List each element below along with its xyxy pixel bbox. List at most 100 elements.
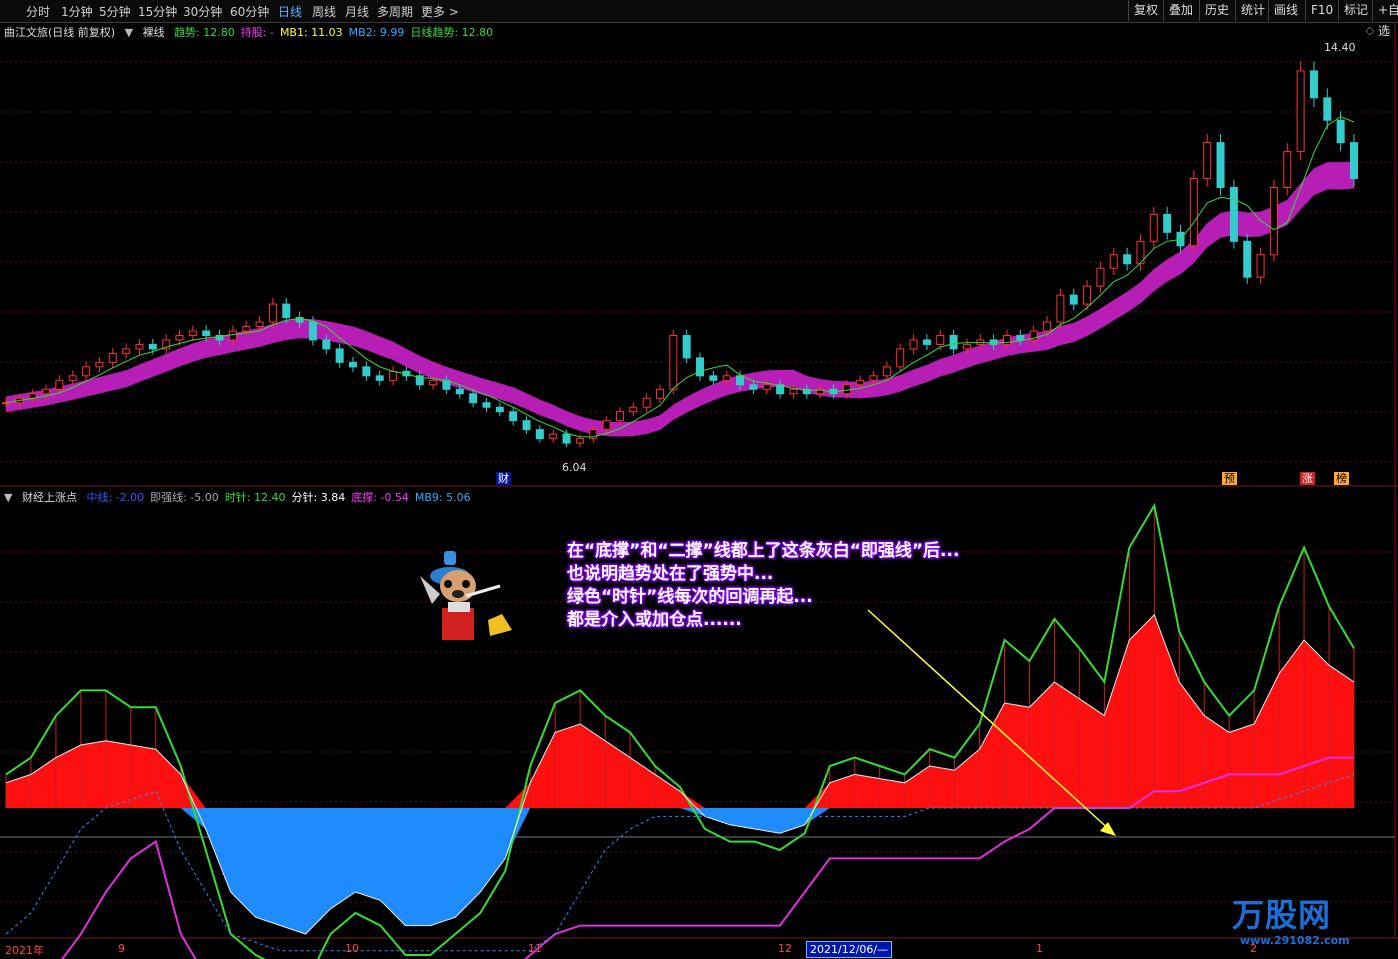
- chart-canvas: [0, 22, 1398, 959]
- watermark-url: www.291082.com: [1240, 934, 1350, 947]
- annotation-line-1: 在“底撑”和“二撑”线都上了这条灰白“即强线”后...: [567, 541, 960, 561]
- candle-body: [362, 366, 371, 377]
- candle-body: [509, 411, 518, 422]
- candle-body: [108, 352, 117, 363]
- candle-body: [669, 334, 678, 390]
- annotation-line-2: 也说明趋势处在了强势中...: [567, 564, 774, 584]
- negative-area: [6, 808, 1354, 934]
- candle-body: [869, 375, 878, 381]
- candle-body: [1296, 70, 1305, 153]
- candle-body: [42, 388, 51, 395]
- crosshair-date-box: 2021/12/06/—: [806, 941, 893, 958]
- candle-body: [1350, 142, 1358, 180]
- candle-body: [535, 429, 544, 440]
- candle-body: [148, 343, 157, 350]
- candle-body: [1163, 213, 1172, 233]
- candle-body: [936, 334, 945, 345]
- candle-body: [1323, 97, 1332, 121]
- candle-body: [82, 366, 91, 377]
- x-axis-label: 11: [528, 942, 542, 955]
- x-axis-label: 10: [345, 942, 359, 955]
- candle-body: [282, 303, 291, 319]
- candle-body: [1203, 142, 1212, 180]
- x-axis-label: 9: [118, 942, 125, 955]
- candle-body: [95, 361, 104, 368]
- candle-body: [228, 330, 237, 341]
- candle-body: [575, 438, 584, 444]
- candle-body: [1083, 285, 1092, 305]
- candle-body: [749, 384, 758, 390]
- candle-body: [842, 384, 851, 395]
- candle-body: [1336, 119, 1345, 144]
- candle-body: [789, 388, 798, 395]
- candle-body: [922, 339, 931, 345]
- candle-body: [1096, 267, 1105, 287]
- candle-body: [495, 406, 504, 413]
- event-marker-bang[interactable]: 榜: [1334, 472, 1349, 485]
- candle-body: [696, 357, 705, 377]
- candle-body: [322, 339, 331, 350]
- candle-body: [522, 420, 531, 431]
- watermark-brand: 万股网: [1232, 896, 1332, 934]
- annotation-text: 在“底撑”和“二撑”线都上了这条灰白“即强线”后... 也说明趋势处在了强势中.…: [567, 540, 959, 632]
- event-marker-cai[interactable]: 财: [496, 472, 511, 485]
- candle-body: [349, 361, 358, 368]
- candle-body: [482, 402, 491, 408]
- candle-body: [762, 384, 771, 390]
- low-price-label: 6.04: [562, 461, 587, 474]
- candle-body: [429, 379, 438, 386]
- candle-body: [1069, 294, 1078, 305]
- candle-body: [709, 375, 718, 381]
- candle-body: [202, 330, 211, 336]
- candle-body: [1109, 254, 1118, 269]
- candle-body: [1043, 321, 1052, 332]
- candle-body: [1123, 254, 1132, 265]
- high-price-label: 14.40: [1324, 41, 1356, 54]
- candle-body: [1056, 294, 1065, 323]
- candle-body: [655, 388, 664, 399]
- candle-body: [1283, 151, 1292, 188]
- candle-body: [962, 343, 971, 350]
- candle-body: [135, 343, 144, 350]
- candle-body: [1149, 213, 1158, 242]
- candle-body: [1243, 240, 1252, 278]
- event-marker-zhang[interactable]: 涨: [1300, 472, 1315, 485]
- candle-body: [455, 388, 464, 395]
- candle-body: [1229, 186, 1238, 242]
- candle-body: [629, 406, 638, 413]
- candle-body: [949, 334, 958, 350]
- candle-body: [615, 411, 624, 422]
- candle-body: [642, 397, 651, 408]
- candle-body: [1189, 178, 1198, 247]
- x-axis-label: 12: [778, 942, 792, 955]
- x-axis-label: 2021年: [5, 944, 44, 957]
- x-axis-label: 1: [1036, 942, 1043, 955]
- candle-body: [722, 375, 731, 381]
- event-marker-yu[interactable]: 预: [1222, 472, 1237, 485]
- candle-body: [188, 330, 197, 336]
- candle-body: [856, 379, 865, 386]
- candle-body: [909, 339, 918, 350]
- candle-body: [242, 326, 251, 332]
- candle-body: [882, 366, 891, 377]
- annotation-line-4: 都是介入或加仓点......: [567, 610, 742, 630]
- candle-body: [682, 334, 691, 359]
- candle-body: [375, 375, 384, 381]
- candle-body: [308, 321, 317, 341]
- positive-area: [6, 614, 1354, 808]
- candle-body: [68, 375, 77, 381]
- candle-body: [469, 393, 478, 404]
- candle-body: [255, 321, 264, 328]
- candle-body: [549, 433, 558, 440]
- candle-body: [175, 334, 184, 341]
- candle-body: [389, 370, 398, 381]
- candle-body: [1256, 254, 1265, 278]
- candle-body: [736, 375, 745, 386]
- candle-body: [2, 402, 10, 405]
- candle-body: [268, 303, 277, 323]
- candle-body: [562, 433, 571, 444]
- trend-band: [6, 161, 1354, 437]
- mascot-dog-sticker: [418, 546, 516, 642]
- candle-body: [1269, 186, 1278, 256]
- candle-body: [896, 348, 905, 368]
